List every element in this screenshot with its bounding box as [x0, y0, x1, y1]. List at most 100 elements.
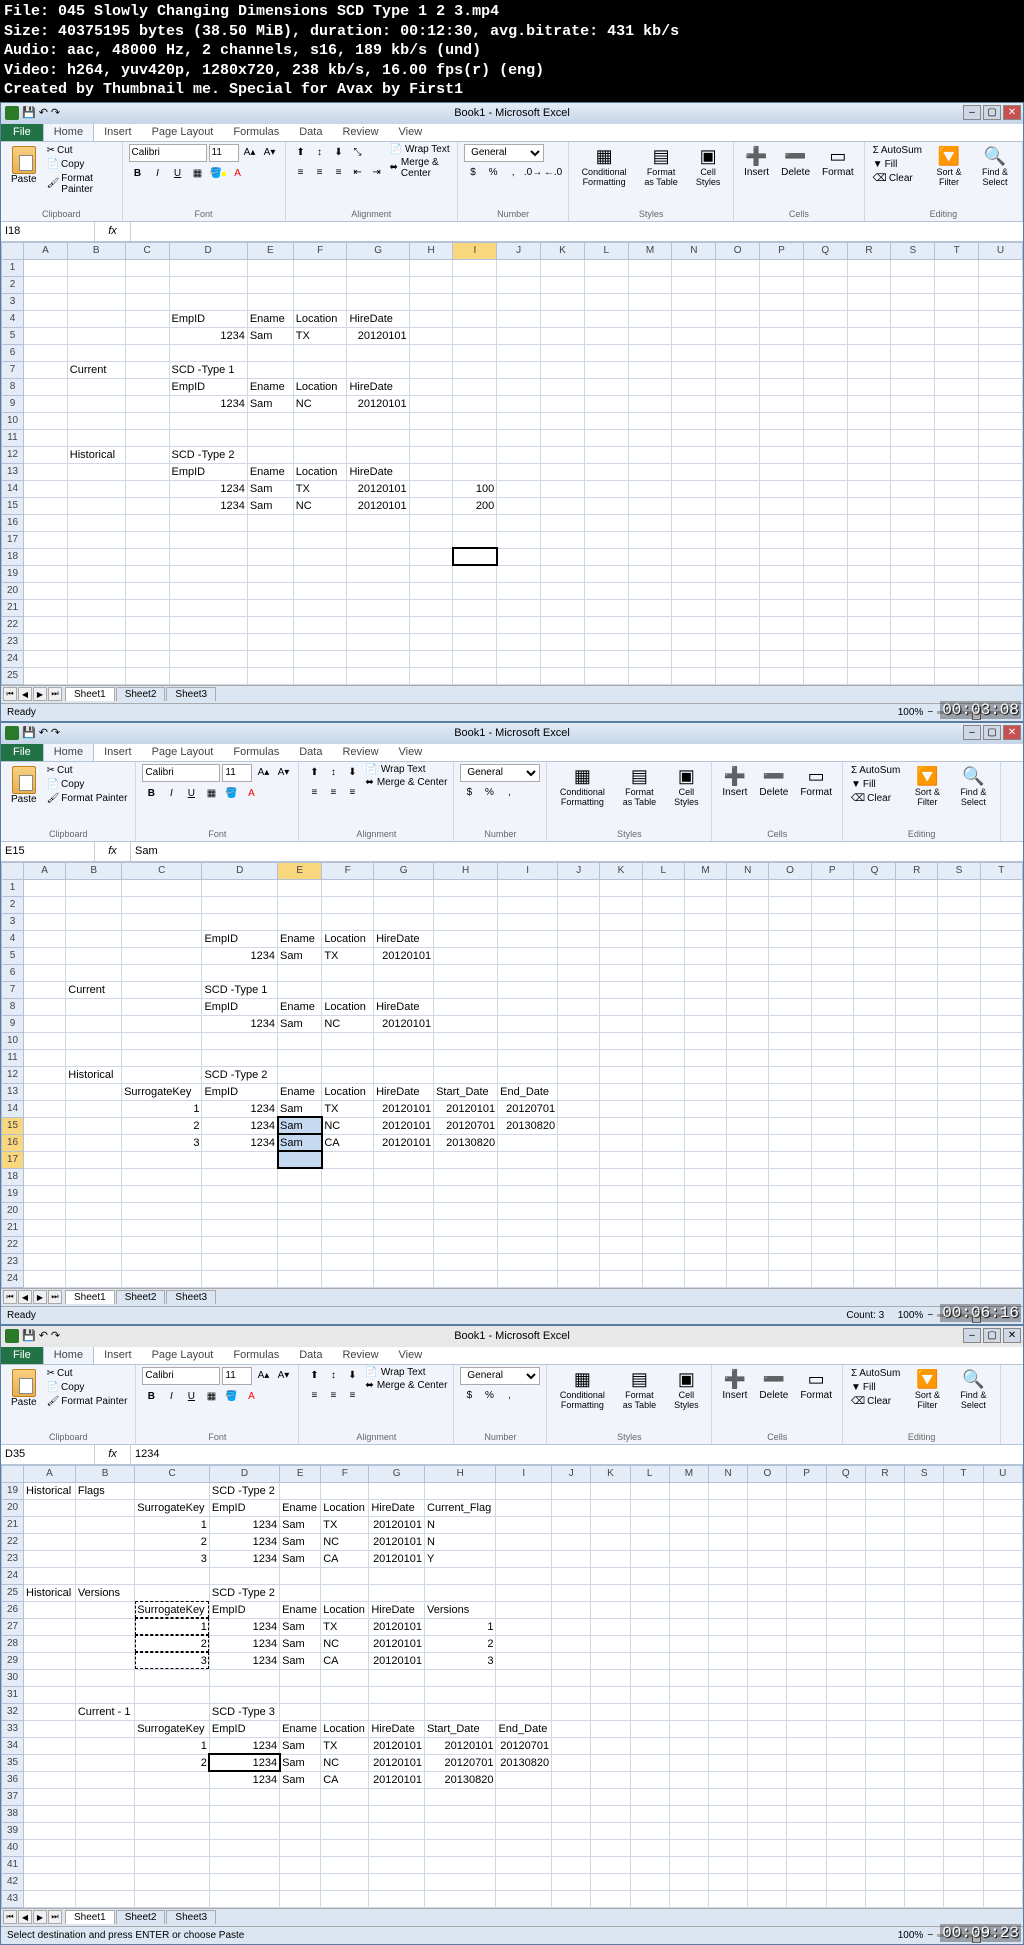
- fx-icon[interactable]: fx: [95, 842, 131, 861]
- cell-K24[interactable]: [541, 650, 585, 667]
- cell-Q9[interactable]: [803, 395, 847, 412]
- underline-button[interactable]: U: [182, 785, 200, 803]
- cell-P21[interactable]: [760, 599, 804, 616]
- comma-icon[interactable]: ,: [500, 1387, 518, 1405]
- cell-H33[interactable]: Start_Date: [425, 1720, 496, 1737]
- cell-O6[interactable]: [716, 344, 760, 361]
- cell-G3[interactable]: [347, 293, 409, 310]
- cell-U5[interactable]: [979, 327, 1023, 344]
- cell-L14[interactable]: [642, 1100, 684, 1117]
- find-select-button[interactable]: 🔍Find & Select: [952, 1367, 994, 1412]
- cell-C3[interactable]: [125, 293, 169, 310]
- cell-M14[interactable]: [628, 480, 672, 497]
- cell-G19[interactable]: [347, 565, 409, 582]
- cell-H18[interactable]: [409, 548, 453, 565]
- cell-P25[interactable]: [787, 1584, 826, 1601]
- cell-C15[interactable]: 2: [122, 1117, 202, 1134]
- cell-T25[interactable]: [935, 667, 979, 684]
- cell-F9[interactable]: NC: [293, 395, 347, 412]
- cell-R1[interactable]: [847, 259, 891, 276]
- cell-I22[interactable]: [453, 616, 497, 633]
- row-header-11[interactable]: 11: [2, 1049, 24, 1066]
- cell-P26[interactable]: [787, 1601, 826, 1618]
- cell-D21[interactable]: [202, 1219, 278, 1236]
- cell-G12[interactable]: [374, 1066, 434, 1083]
- cell-O17[interactable]: [769, 1151, 811, 1168]
- cell-L2[interactable]: [642, 896, 684, 913]
- cell-S21[interactable]: [938, 1219, 980, 1236]
- cell-T8[interactable]: [935, 378, 979, 395]
- cell-U19[interactable]: [979, 565, 1023, 582]
- cell-B24[interactable]: [66, 1270, 122, 1287]
- cell-D20[interactable]: EmpID: [209, 1499, 279, 1516]
- fill-button[interactable]: ▼ Fill: [871, 158, 924, 171]
- row-header-25[interactable]: 25: [2, 667, 24, 684]
- cell-A39[interactable]: [24, 1822, 76, 1839]
- row-header-40[interactable]: 40: [2, 1839, 24, 1856]
- cell-S19[interactable]: [938, 1185, 980, 1202]
- cell-K16[interactable]: [600, 1134, 642, 1151]
- cell-U25[interactable]: [979, 667, 1023, 684]
- cell-B27[interactable]: [75, 1618, 134, 1635]
- cell-D11[interactable]: [202, 1049, 278, 1066]
- cell-K15[interactable]: [600, 1117, 642, 1134]
- cell-U3[interactable]: [979, 293, 1023, 310]
- cell-M16[interactable]: [684, 1134, 726, 1151]
- cell-B1[interactable]: [66, 879, 122, 896]
- cell-T2[interactable]: [935, 276, 979, 293]
- cell-M38[interactable]: [669, 1805, 708, 1822]
- col-header-I[interactable]: I: [496, 1465, 552, 1482]
- cell-D26[interactable]: EmpID: [209, 1601, 279, 1618]
- cell-H34[interactable]: 20120101: [425, 1737, 496, 1754]
- cell-E31[interactable]: [280, 1686, 321, 1703]
- cell-A15[interactable]: [24, 497, 68, 514]
- cell-N26[interactable]: [709, 1601, 748, 1618]
- cell-S13[interactable]: [891, 463, 935, 480]
- cell-M19[interactable]: [669, 1482, 708, 1499]
- cell-F26[interactable]: Location: [321, 1601, 369, 1618]
- align-top-icon[interactable]: ⬆: [305, 764, 323, 782]
- cell-J10[interactable]: [558, 1032, 600, 1049]
- row-header-35[interactable]: 35: [2, 1754, 24, 1771]
- row-header-22[interactable]: 22: [2, 616, 24, 633]
- cell-E17[interactable]: [278, 1151, 322, 1168]
- row-header-9[interactable]: 9: [2, 1015, 24, 1032]
- cell-I15[interactable]: 200: [453, 497, 497, 514]
- col-header-K[interactable]: K: [541, 242, 585, 259]
- cell-F8[interactable]: Location: [293, 378, 347, 395]
- cell-I25[interactable]: [453, 667, 497, 684]
- cell-R26[interactable]: [865, 1601, 904, 1618]
- row-header-22[interactable]: 22: [2, 1533, 24, 1550]
- cell-K39[interactable]: [591, 1822, 630, 1839]
- tab-review[interactable]: Review: [332, 1346, 388, 1364]
- cell-H7[interactable]: [409, 361, 453, 378]
- cell-O42[interactable]: [748, 1873, 787, 1890]
- cell-N20[interactable]: [672, 582, 716, 599]
- cell-S22[interactable]: [938, 1236, 980, 1253]
- col-header-N[interactable]: N: [727, 862, 769, 879]
- delete-button[interactable]: ➖Delete: [777, 144, 814, 180]
- cell-J37[interactable]: [552, 1788, 591, 1805]
- cell-E6[interactable]: [247, 344, 293, 361]
- select-all-corner[interactable]: [2, 862, 24, 879]
- cell-D37[interactable]: [209, 1788, 279, 1805]
- cell-F17[interactable]: [293, 531, 347, 548]
- cell-F42[interactable]: [321, 1873, 369, 1890]
- cell-C19[interactable]: [135, 1482, 210, 1499]
- cell-T11[interactable]: [980, 1049, 1022, 1066]
- cell-D2[interactable]: [202, 896, 278, 913]
- cell-G22[interactable]: [347, 616, 409, 633]
- cell-F31[interactable]: [321, 1686, 369, 1703]
- delete-button[interactable]: ➖Delete: [755, 764, 792, 800]
- row-header-19[interactable]: 19: [2, 1482, 24, 1499]
- cell-R8[interactable]: [896, 998, 938, 1015]
- cell-C14[interactable]: [125, 480, 169, 497]
- cell-S37[interactable]: [905, 1788, 944, 1805]
- cell-H35[interactable]: 20120701: [425, 1754, 496, 1771]
- cond-format-button[interactable]: ▦Conditional Formatting: [575, 144, 633, 189]
- cell-P24[interactable]: [760, 650, 804, 667]
- cell-C10[interactable]: [125, 412, 169, 429]
- cell-F11[interactable]: [293, 429, 347, 446]
- cell-R18[interactable]: [847, 548, 891, 565]
- tab-nav-prev-icon[interactable]: ◀: [18, 1910, 32, 1924]
